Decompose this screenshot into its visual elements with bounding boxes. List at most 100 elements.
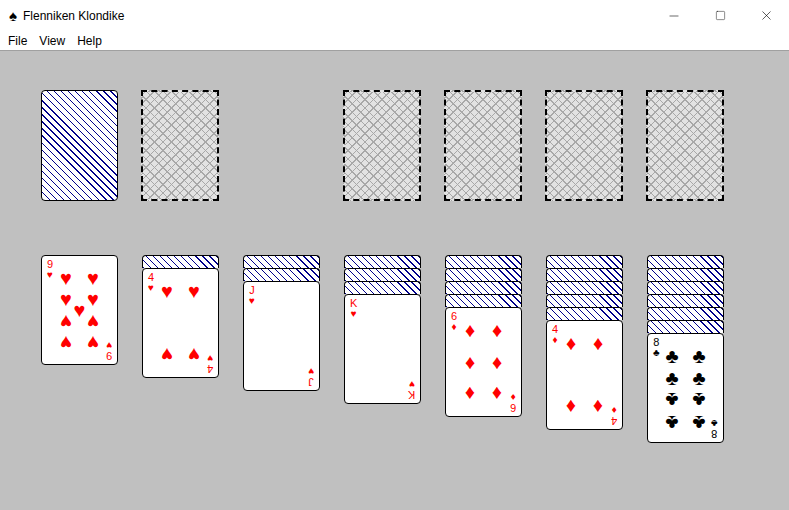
pip: ♣ [692, 413, 705, 433]
foundation-pile[interactable] [343, 90, 421, 201]
pip: ♥ [87, 333, 99, 353]
foundation-pile[interactable] [444, 90, 522, 201]
card[interactable]: 4♦4♦♦♦♦♦ [546, 320, 623, 430]
pip: ♥ [87, 289, 99, 309]
face-down-card[interactable] [344, 281, 421, 294]
pip: ♦ [593, 397, 603, 417]
minimize-button[interactable] [651, 0, 697, 31]
pip: ♦ [465, 384, 475, 404]
game-table: 9♥9♥♥♥♥♥♥♥♥♥♥4♥4♥♥♥♥♥J♥J♥K♥K♥6♦6♦♦♦♦♦♦♦4… [0, 51, 789, 510]
pip: ♥ [60, 333, 72, 353]
pip: ♥ [74, 300, 86, 320]
tableau-column: K♥ K♥ [344, 255, 421, 443]
pip: ♣ [692, 390, 705, 410]
face-down-card[interactable] [546, 281, 623, 294]
top-row [41, 90, 789, 201]
face-down-card[interactable] [243, 268, 320, 281]
card-corner: 4♥ [148, 272, 154, 293]
menu-bar: FileViewHelp [0, 31, 789, 51]
face-down-card[interactable] [647, 320, 724, 333]
minimize-icon [667, 9, 681, 23]
pip: ♦ [566, 397, 576, 417]
card[interactable]: 8♣8♣♣♣♣♣♣♣♣♣ [647, 333, 724, 443]
title-bar: ♠ Flenniken Klondike [0, 0, 789, 31]
menu-item[interactable]: View [33, 32, 71, 50]
pip: ♣ [665, 413, 678, 433]
pip: ♥ [60, 312, 72, 332]
menu-item[interactable]: File [2, 32, 33, 50]
tableau-column: 9♥9♥♥♥♥♥♥♥♥♥♥ [41, 255, 118, 443]
pip: ♣ [665, 390, 678, 410]
card-corner: 8♣ [653, 337, 660, 358]
tableau-column: 8♣8♣♣♣♣♣♣♣♣♣ [647, 255, 724, 443]
pip: ♦ [465, 352, 475, 372]
card[interactable]: K♥ K♥ [344, 294, 421, 404]
face-down-card[interactable] [445, 294, 522, 307]
face-down-card[interactable] [344, 255, 421, 268]
tableau-column: 6♦ 6♦ ♦ ♦ ♦ ♦ ♦ ♦ [445, 255, 522, 443]
face-down-card[interactable] [647, 281, 724, 294]
window: ♠Flenniken KlondikeFileViewHelp9♥9♥♥♥♥♥♥… [0, 0, 789, 510]
card-corner: 4♥ [207, 353, 213, 374]
tableau-column: 4♦4♦♦♦♦♦ [546, 255, 623, 443]
pip: ♦ [593, 333, 603, 353]
card-corner: 9♥ [106, 340, 112, 361]
face-down-card[interactable] [647, 307, 724, 320]
face-down-card[interactable] [445, 255, 522, 268]
card[interactable]: J♥ J♥ [243, 281, 320, 391]
card-corner: 8♣ [711, 418, 718, 439]
card-corner: 6♦ [510, 392, 516, 413]
pip: ♦ [492, 320, 502, 340]
maximize-icon [715, 10, 726, 21]
window-title: Flenniken Klondike [23, 7, 124, 25]
face-down-card[interactable] [546, 255, 623, 268]
card-corner: 4♦ [552, 324, 558, 345]
card-corner: J♥ [249, 285, 255, 306]
menu-item[interactable]: Help [71, 32, 108, 50]
pip: ♥ [87, 312, 99, 332]
face-down-card[interactable] [546, 268, 623, 281]
foundation-pile[interactable] [545, 90, 623, 201]
card[interactable]: 6♦ 6♦ ♦ ♦ ♦ ♦ ♦ ♦ [445, 307, 522, 417]
card-corner: K♥ [408, 379, 415, 400]
card[interactable]: 9♥9♥♥♥♥♥♥♥♥♥♥ [41, 255, 118, 365]
waste-pile[interactable] [141, 90, 219, 201]
card-corner: 6♦ [451, 311, 457, 332]
close-icon [759, 8, 774, 23]
app-icon: ♠ [9, 8, 17, 23]
face-down-card[interactable] [445, 281, 522, 294]
face-down-card[interactable] [142, 255, 219, 268]
card[interactable]: 4♥ 4♥ ♥ ♥ ♥ ♥ [142, 268, 219, 378]
pip: ♥ [161, 281, 173, 301]
card-corner: 9♥ [47, 259, 53, 280]
tableau: 9♥9♥♥♥♥♥♥♥♥♥♥4♥4♥♥♥♥♥J♥J♥K♥K♥6♦6♦♦♦♦♦♦♦4… [41, 255, 789, 443]
card-corner: 4♦ [611, 405, 617, 426]
pip: ♥ [188, 281, 200, 301]
pip: ♥ [87, 268, 99, 288]
stock-pile[interactable] [41, 90, 118, 201]
tableau-column: J♥ J♥ [243, 255, 320, 443]
pip: ♣ [692, 346, 705, 366]
card-corner: J♥ [308, 366, 314, 387]
pip: ♦ [492, 384, 502, 404]
face-down-card[interactable] [445, 268, 522, 281]
pip: ♣ [665, 346, 678, 366]
pip: ♣ [665, 368, 678, 388]
foundation-pile[interactable] [646, 90, 724, 201]
pip: ♦ [492, 352, 502, 372]
face-down-card[interactable] [647, 255, 724, 268]
face-down-card[interactable] [546, 307, 623, 320]
face-down-card[interactable] [647, 268, 724, 281]
pip: ♦ [465, 320, 475, 340]
maximize-button[interactable] [697, 0, 743, 31]
pip: ♥ [60, 268, 72, 288]
card-corner: K♥ [350, 298, 357, 319]
face-down-card[interactable] [647, 294, 724, 307]
face-down-card[interactable] [546, 294, 623, 307]
pip: ♥ [60, 289, 72, 309]
pip: ♥ [188, 345, 200, 365]
face-down-card[interactable] [243, 255, 320, 268]
pip: ♥ [161, 345, 173, 365]
face-down-card[interactable] [344, 268, 421, 281]
close-button[interactable] [743, 0, 789, 31]
